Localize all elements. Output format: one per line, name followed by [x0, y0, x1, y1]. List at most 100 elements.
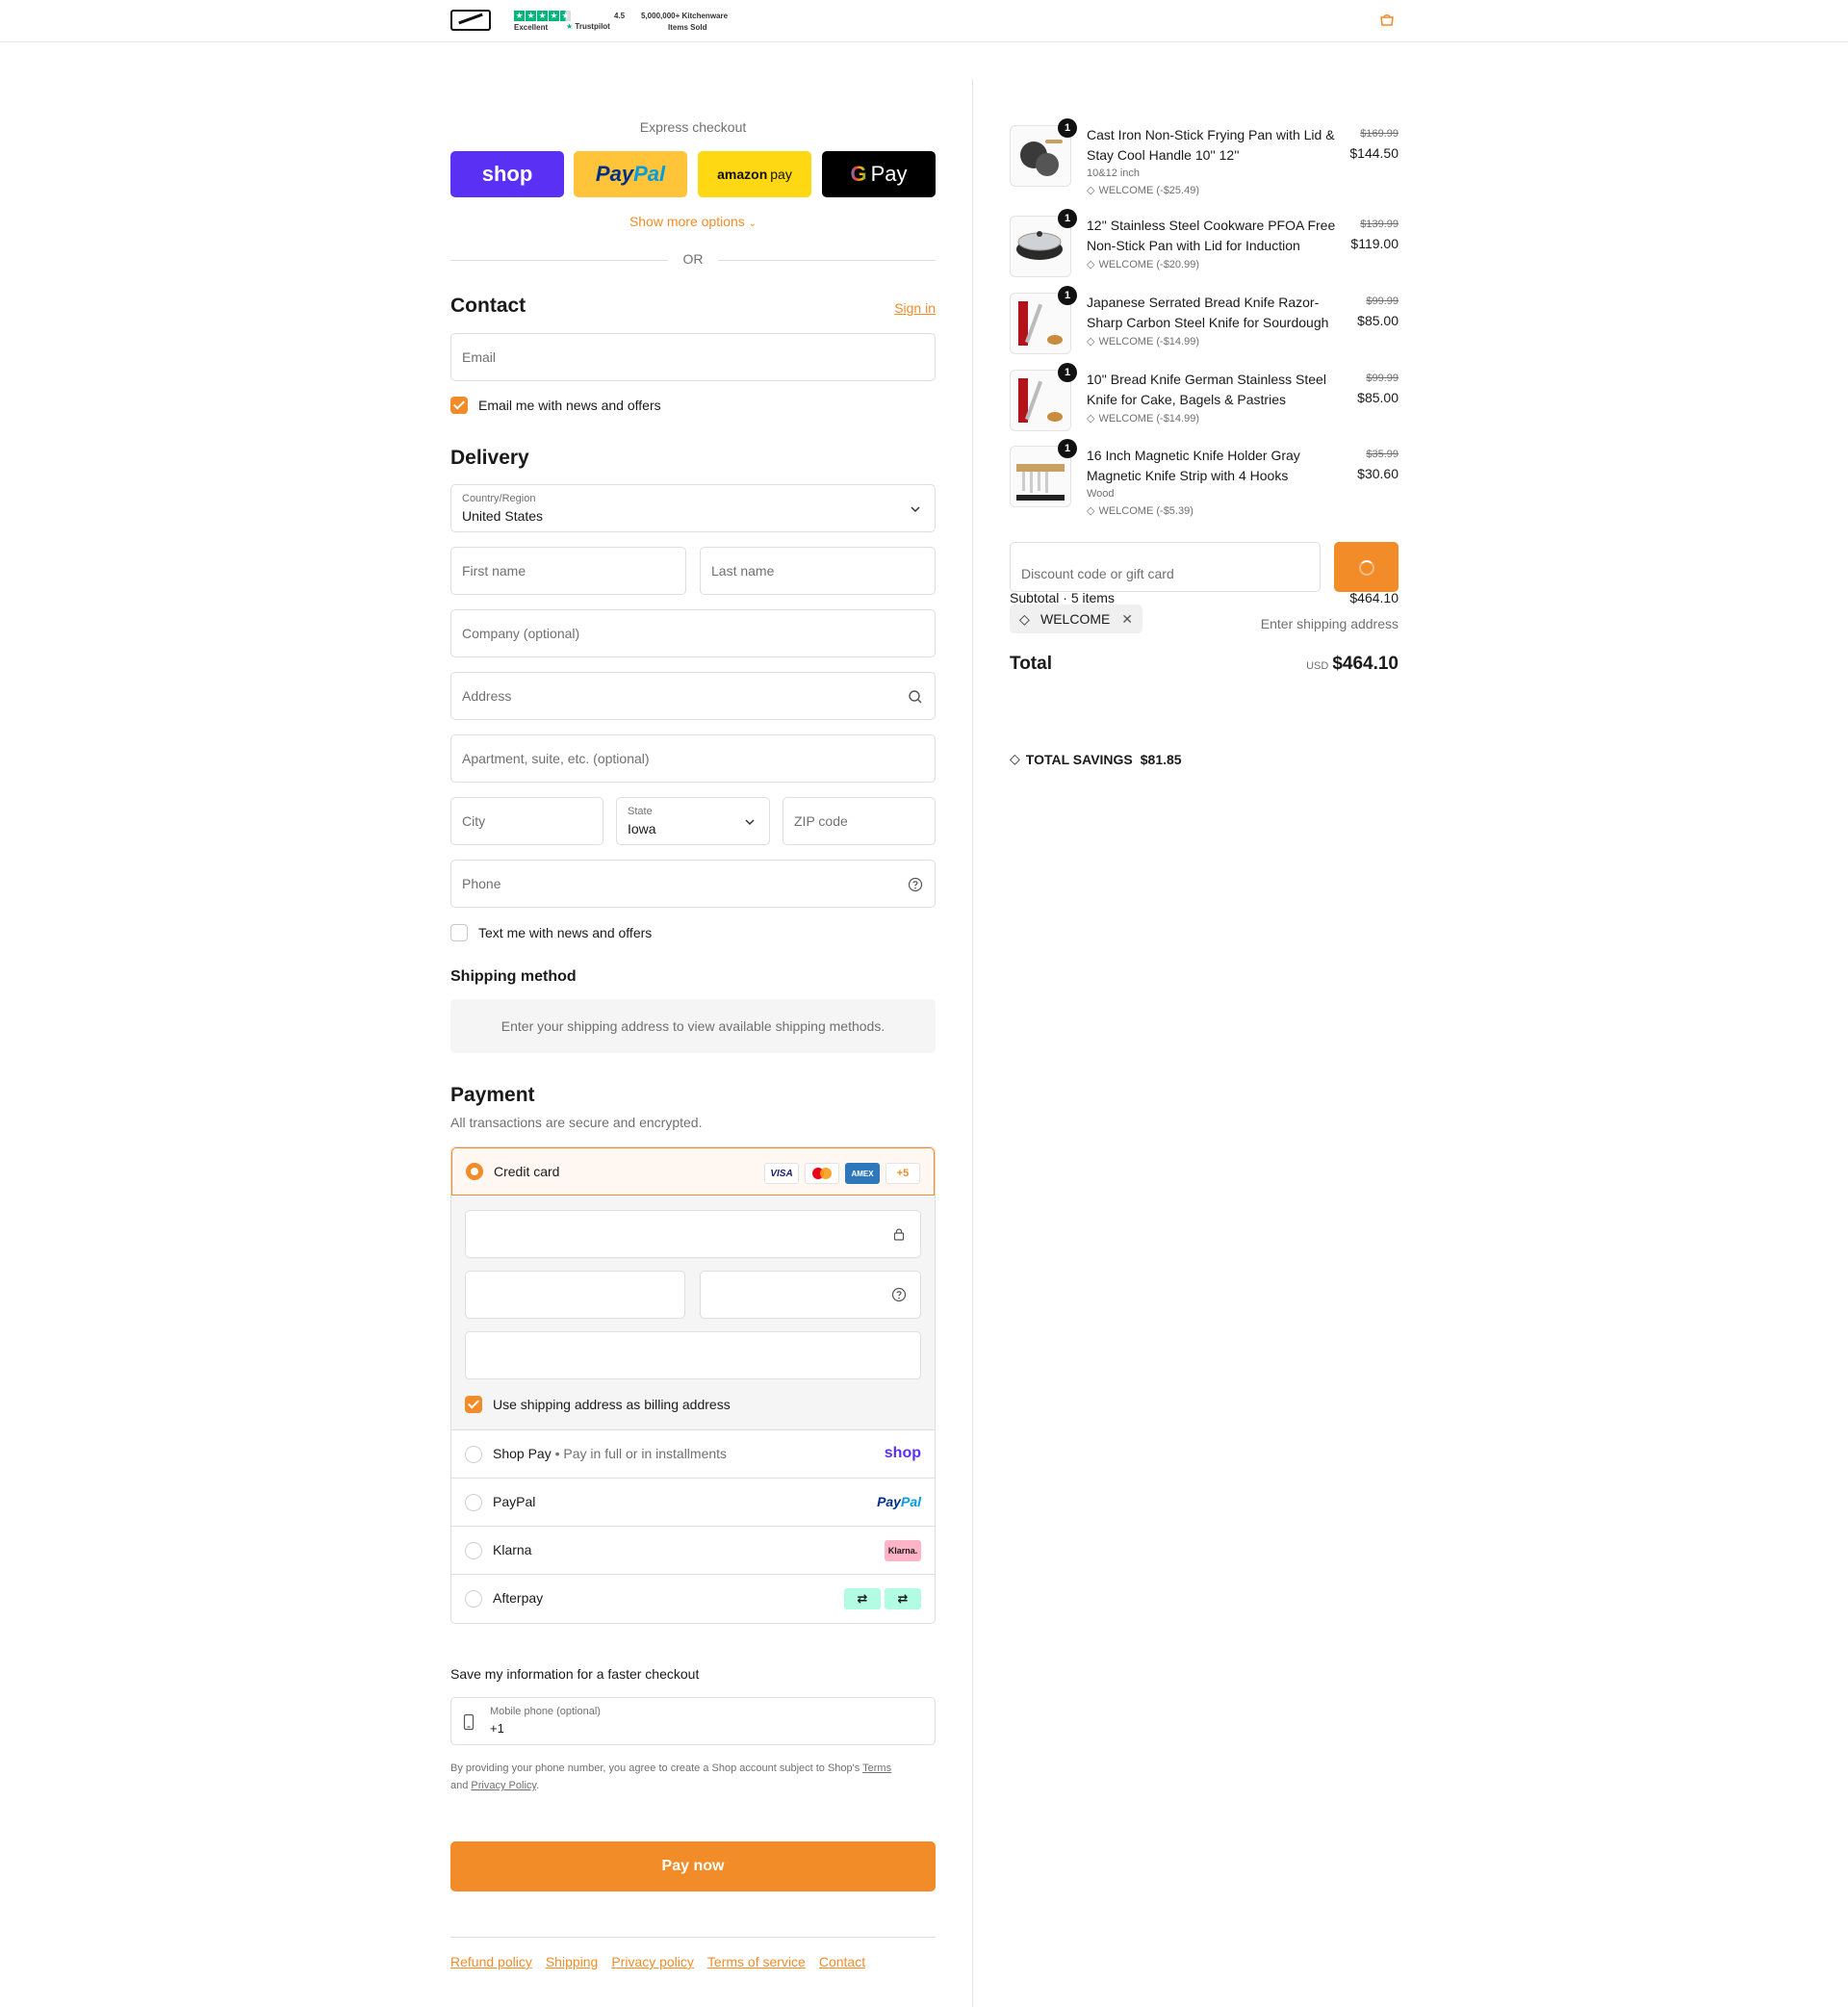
afterpay-icon: ⇄ [885, 1588, 921, 1609]
zip-code-field[interactable]: ZIP code [783, 797, 936, 845]
product-title: 12'' Stainless Steel Cookware PFOA Free … [1087, 218, 1336, 253]
help-circle-icon[interactable] [908, 877, 923, 892]
card-number-field[interactable] [465, 1210, 921, 1258]
loading-spinner-icon [1359, 560, 1374, 576]
apply-discount-button[interactable] [1334, 542, 1399, 592]
country-select[interactable]: Country/Region United States [450, 484, 936, 532]
klarna-option[interactable]: Klarna Klarna. [451, 1526, 935, 1574]
billing-address-checkbox[interactable] [465, 1396, 482, 1413]
remove-discount-icon[interactable]: ✕ [1121, 611, 1133, 627]
phone-field[interactable]: Phone [450, 860, 936, 908]
shop-pay-option[interactable]: Shop Pay • Pay in full or in installment… [451, 1429, 935, 1478]
phone-disclaimer: By providing your phone number, you agre… [450, 1763, 892, 1791]
product-variant: 10&12 inch [1087, 167, 1141, 179]
show-more-options-link[interactable]: Show more options ⌄ [450, 214, 936, 229]
credit-card-radio[interactable] [466, 1163, 483, 1180]
apartment-field[interactable]: Apartment, suite, etc. (optional) [450, 734, 936, 783]
paypal-option[interactable]: PayPal PayPal [451, 1478, 935, 1526]
tag-icon: ◇ [1019, 611, 1030, 627]
email-news-checkbox[interactable] [450, 397, 468, 414]
star-icon: ★ [514, 11, 525, 21]
afterpay-option[interactable]: Afterpay ⇄ ⇄ [451, 1574, 935, 1622]
total-savings: ◇ TOTAL SAVINGS $81.85 [1010, 751, 1182, 767]
chevron-down-icon [911, 506, 920, 513]
amazon-pay-express-button[interactable]: amazon pay [698, 151, 811, 197]
klarna-logo: Klarna. [885, 1540, 921, 1561]
search-icon [909, 690, 922, 704]
refund-policy-link[interactable]: Refund policy [450, 1954, 532, 1969]
email-field[interactable]: Email [450, 333, 936, 381]
top-header: ★ ★ ★ ★ ★ 4.5 Excellent ★ Trustpilot 5,0… [0, 0, 1848, 42]
product-discount: ◇ WELCOME (-$5.39) [1087, 504, 1194, 518]
product-title: 16 Inch Magnetic Knife Holder Gray Magne… [1087, 448, 1300, 483]
afterpay-logo: ⇄ ⇄ [844, 1588, 921, 1609]
product-title: 10'' Bread Knife German Stainless Steel … [1087, 372, 1326, 407]
original-price: $169.99 [1360, 128, 1399, 140]
trustpilot-excellent: Excellent [514, 23, 549, 32]
privacy-policy-link[interactable]: Privacy Policy [471, 1780, 536, 1791]
original-price: $139.99 [1360, 219, 1399, 230]
shipping-method-title: Shipping method [450, 968, 577, 985]
items-sold-label: Items Sold [668, 23, 707, 32]
total-amount: USD $464.10 [1306, 654, 1399, 675]
state-select[interactable]: State Iowa [616, 797, 770, 845]
address-field[interactable]: Address [450, 672, 936, 720]
last-name-field[interactable]: Last name [700, 547, 936, 595]
text-news-checkbox[interactable] [450, 924, 468, 941]
credit-card-label: Credit card [494, 1164, 560, 1179]
product-thumbnail: 1 [1010, 439, 1077, 507]
first-name-field[interactable]: First name [450, 547, 686, 595]
billing-address-label: Use shipping address as billing address [493, 1397, 731, 1412]
sign-in-link[interactable]: Sign in [894, 300, 936, 316]
payment-title: Payment [450, 1084, 535, 1106]
footer-divider [450, 1937, 936, 1938]
subtotal-label: Subtotal · 5 items [1010, 590, 1115, 605]
shop-pay-logo: shop [884, 1445, 921, 1461]
currency-code: USD [1306, 660, 1329, 672]
trustpilot-logo: ★ Trustpilot [566, 22, 610, 31]
total-label: Total [1010, 654, 1052, 674]
product-title: Japanese Serrated Bread Knife Razor-Shar… [1087, 295, 1329, 330]
original-price: $99.99 [1366, 296, 1399, 307]
credit-card-form: Use shipping address as billing address [451, 1196, 935, 1429]
subtotal-value: $464.10 [1349, 590, 1399, 605]
shopping-bag-icon[interactable] [1378, 13, 1396, 27]
terms-link[interactable]: Terms [862, 1763, 891, 1774]
more-cards-badge: +5 [886, 1163, 920, 1184]
tag-icon: ◇ [1087, 413, 1095, 425]
discount-code-input[interactable]: Discount code or gift card [1010, 542, 1321, 592]
mobile-phone-field[interactable]: Mobile phone (optional) +1 [450, 1697, 936, 1745]
shipping-link[interactable]: Shipping [546, 1954, 599, 1969]
pay-now-button[interactable]: Pay now [450, 1841, 936, 1891]
city-field[interactable]: City [450, 797, 603, 845]
terms-of-service-link[interactable]: Terms of service [707, 1954, 806, 1969]
shop-pay-express-button[interactable]: shop [450, 151, 564, 197]
applied-discount-chip: ◇ WELCOME ✕ [1010, 605, 1142, 633]
paypal-express-button[interactable]: Pay Pal [574, 151, 687, 197]
expiration-date-field[interactable] [465, 1271, 685, 1319]
shop-pay-radio[interactable] [465, 1446, 482, 1463]
save-info-title: Save my information for a faster checkou… [450, 1666, 700, 1682]
afterpay-radio[interactable] [465, 1590, 482, 1608]
company-field[interactable]: Company (optional) [450, 609, 936, 657]
klarna-radio[interactable] [465, 1542, 482, 1559]
mastercard-icon [805, 1163, 839, 1184]
help-circle-icon[interactable] [891, 1287, 907, 1302]
security-code-field[interactable] [700, 1271, 921, 1319]
visa-icon: VISA [764, 1163, 799, 1184]
google-pay-express-button[interactable]: G Pay [822, 151, 936, 197]
tag-icon: ◇ [1087, 259, 1095, 270]
privacy-policy-footer-link[interactable]: Privacy policy [611, 1954, 694, 1969]
store-logo[interactable] [450, 10, 491, 31]
product-discount: ◇ WELCOME (-$14.99) [1087, 412, 1199, 425]
total-value: $464.10 [1332, 654, 1399, 674]
credit-card-option[interactable]: Credit card VISA AMEX +5 [451, 1147, 935, 1196]
star-icon: ★ [537, 11, 548, 21]
sale-price: $30.60 [1357, 466, 1399, 481]
contact-link[interactable]: Contact [819, 1954, 865, 1969]
or-divider: OR [450, 250, 936, 270]
product-thumbnail: 1 [1010, 286, 1077, 354]
paypal-radio[interactable] [465, 1494, 482, 1511]
quantity-badge: 1 [1058, 118, 1077, 138]
name-on-card-field[interactable] [465, 1331, 921, 1379]
